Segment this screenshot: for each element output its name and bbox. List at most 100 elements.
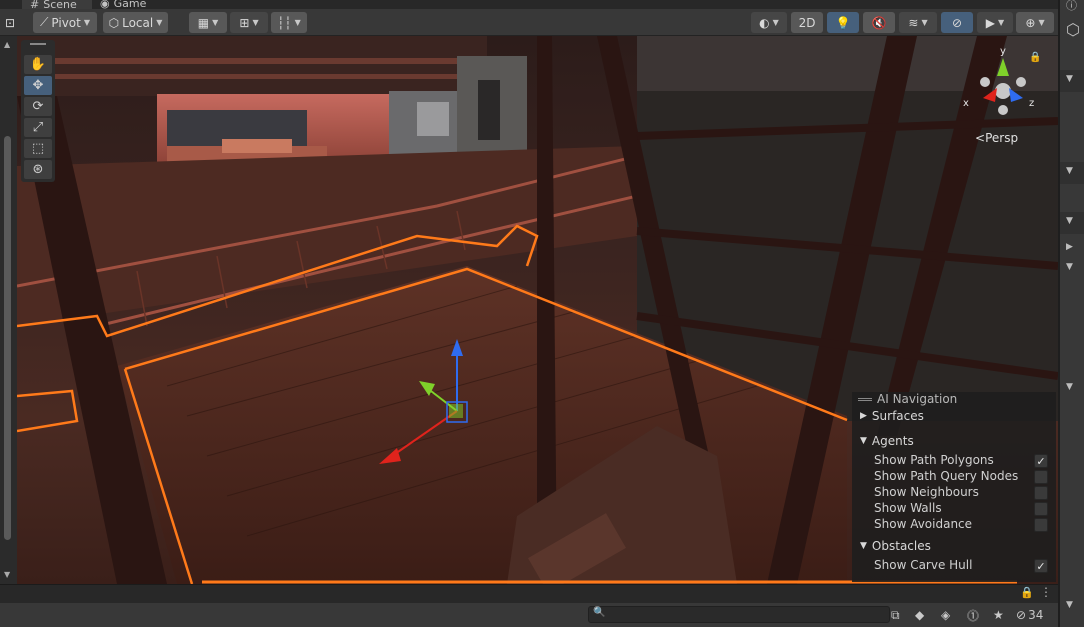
chevron-down-icon[interactable]: ▼ [1066, 74, 1073, 84]
local-dropdown[interactable]: ⬡ Local ▼ [103, 12, 168, 33]
scene-viewport[interactable]: y x z 🔒 ✋ ✥ ⟳ ⤢ ⬚ ⊛ <Persp AI Navigation… [17, 36, 1058, 584]
scroll-up-icon[interactable]: ▲ [4, 40, 10, 49]
option-show-carve-hull: Show Carve Hull [874, 558, 973, 572]
chevron-down-icon: ▼ [998, 18, 1005, 27]
rect-transform-icon: ⬚ [31, 141, 45, 156]
checkmark-icon: ✓ [1036, 559, 1046, 573]
rect-tool-button[interactable]: ⬚ [24, 139, 52, 158]
cube-icon: ⬡ [108, 15, 120, 30]
alert-icon: ⓵ [967, 608, 980, 623]
inspector-panel-edge: ⓘ ⬡ ▼ ▼ ▼ ▶ ▼ ▼ ▼ [1058, 0, 1084, 627]
filter-type-button[interactable]: ◆ [915, 606, 924, 624]
scale-tool-button[interactable]: ⤢ [24, 118, 52, 137]
cube-icon: ⬡ [1066, 20, 1080, 39]
hidden-objects-toggle[interactable]: ⊘ 34 [1016, 606, 1043, 624]
section-agents-label: Agents [871, 434, 914, 448]
link-button[interactable]: ⧉ [891, 606, 900, 624]
axis-z-label: z [1029, 98, 1034, 109]
option-show-walls: Show Walls [874, 501, 942, 515]
lighting-toggle[interactable]: 💡 [827, 12, 859, 33]
option-show-path-query-nodes: Show Path Query Nodes [874, 469, 1019, 483]
checkbox-show-avoidance[interactable] [1034, 518, 1048, 532]
pivot-label: Pivot [51, 15, 81, 30]
scroll-down-icon[interactable]: ▼ [4, 570, 10, 579]
chevron-down-icon: ▼ [860, 541, 867, 551]
hand-tool-button[interactable]: ✋ [24, 55, 52, 74]
checkbox-show-path-query-nodes[interactable] [1034, 470, 1048, 484]
section-agents[interactable]: ▼ Agents [860, 434, 914, 448]
scale-icon: ⤢ [32, 120, 44, 135]
pivot-icon: ⟋ [39, 15, 49, 29]
gizmos-dropdown[interactable]: ⊕ ▼ [1016, 12, 1054, 33]
drag-handle-icon[interactable] [30, 43, 46, 45]
checkbox-show-path-polygons[interactable]: ✓ [1034, 454, 1048, 468]
draw-mode-dropdown[interactable]: ◐ ▼ [751, 12, 787, 33]
rotate-icon: ⟳ [32, 99, 44, 114]
search-input[interactable]: 🔍 [588, 606, 890, 623]
chevron-down-icon[interactable]: ▼ [1066, 262, 1073, 272]
chevron-down-icon[interactable]: ▼ [1066, 382, 1073, 392]
mode-2d-toggle[interactable]: 2D [791, 12, 823, 33]
kebab-menu-icon[interactable]: ⋮ [1040, 585, 1052, 599]
checkbox-show-neighbours[interactable] [1034, 486, 1048, 500]
perspective-icon: < [975, 131, 986, 145]
chevron-down-icon[interactable]: ▼ [1066, 216, 1073, 226]
chevron-right-icon[interactable]: ▶ [1066, 242, 1073, 252]
filter-errors-button[interactable]: ⓵ [967, 606, 979, 624]
shapes-icon: ◆ [915, 608, 925, 622]
tab-strip: # Scene ◉ Game [0, 0, 1058, 9]
tag-icon: ◈ [941, 608, 951, 622]
globe-icon: ⊕ [1025, 15, 1036, 30]
tab-scene[interactable]: # Scene [22, 0, 92, 9]
option-show-avoidance: Show Avoidance [874, 517, 973, 531]
increment-snap-dropdown[interactable]: ┆┆ ▼ [271, 12, 307, 33]
eye-slash-icon: ⊘ [1016, 608, 1027, 622]
checkbox-show-walls[interactable] [1034, 502, 1048, 516]
chevron-down-icon: ▼ [772, 18, 779, 27]
scene-visibility-toggle[interactable]: ⊘ [941, 12, 973, 33]
vertical-scrollbar-thumb[interactable] [4, 136, 11, 540]
section-surfaces-label: Surfaces [871, 409, 924, 423]
scene-toolbar: ⊡ ⟋ Pivot ▼ ⬡ Local ▼ ▦ ▼ ⊞ ▼ ┆┆ ▼ ◐ ▼ 2… [0, 9, 1058, 36]
tab-game-label: Game [113, 0, 147, 9]
pivot-dropdown[interactable]: ⟋ Pivot ▼ [33, 12, 97, 33]
grid-snap-dropdown[interactable]: ▦ ▼ [189, 12, 227, 33]
tab-game[interactable]: ◉ Game [100, 0, 164, 9]
chevron-right-icon: ▶ [860, 411, 867, 421]
chevron-down-icon[interactable]: ▼ [1066, 600, 1073, 610]
transform-icon: ⊛ [32, 162, 44, 177]
move-tool-button[interactable]: ✥ [24, 76, 52, 95]
camera-dropdown[interactable]: ▶ ▼ [977, 12, 1013, 33]
ai-navigation-title: AI Navigation [877, 392, 958, 406]
chevron-down-icon: ▼ [1038, 18, 1045, 27]
transform-pin-icon[interactable]: ⊡ [3, 12, 17, 33]
left-gutter: ▲ ▼ [0, 36, 17, 584]
projection-label: Persp [985, 131, 1019, 145]
chevron-down-icon[interactable]: ▼ [1066, 166, 1073, 176]
axis-x-label: x [963, 98, 969, 109]
hand-icon: ✋ [29, 57, 47, 72]
section-obstacles[interactable]: ▼ Obstacles [860, 539, 931, 553]
section-surfaces[interactable]: ▶ Surfaces [860, 409, 924, 423]
projection-toggle[interactable]: <Persp [975, 131, 1018, 145]
chevron-down-icon: ▼ [860, 436, 867, 446]
checkmark-icon: ✓ [1036, 454, 1046, 468]
rotate-tool-button[interactable]: ⟳ [24, 97, 52, 116]
effects-dropdown[interactable]: ≋ ▼ [899, 12, 937, 33]
info-icon[interactable]: ⓘ [1066, 0, 1077, 13]
audio-toggle[interactable]: 🔇 [863, 12, 895, 33]
move-arrows-icon: ✥ [32, 78, 44, 93]
hidden-count: 34 [1028, 608, 1044, 622]
grid-snapping-dropdown[interactable]: ⊞ ▼ [230, 12, 268, 33]
tab-scene-label: Scene [43, 0, 77, 9]
section-obstacles-label: Obstacles [871, 539, 931, 553]
favorites-button[interactable]: ★ [993, 606, 1004, 624]
project-search-bar: 🔍 ⧉ ◆ ◈ ⓵ ★ ⊘ 34 [0, 603, 1058, 627]
chevron-down-icon: ▼ [294, 18, 301, 27]
lock-icon[interactable]: 🔒 [1029, 51, 1041, 63]
transform-tool-button[interactable]: ⊛ [24, 160, 52, 179]
drag-handle-icon[interactable] [858, 398, 872, 401]
lock-icon[interactable]: 🔒 [1020, 586, 1034, 599]
filter-label-button[interactable]: ◈ [941, 606, 950, 624]
checkbox-show-carve-hull[interactable]: ✓ [1034, 559, 1048, 573]
